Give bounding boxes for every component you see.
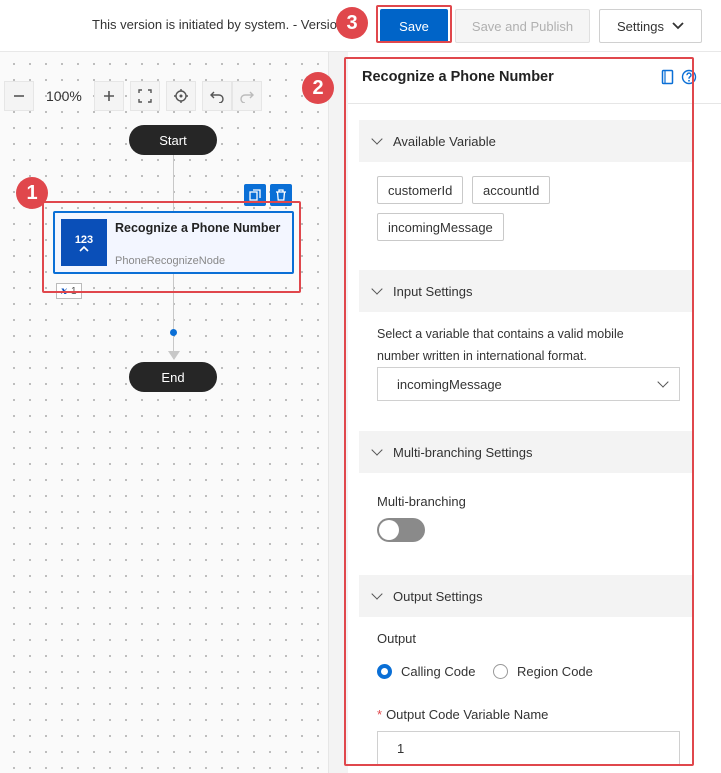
- fit-view-button[interactable]: [129, 81, 160, 111]
- canvas-toolbar: 100%: [4, 81, 262, 111]
- step-marker-1: 1: [16, 177, 48, 209]
- start-node[interactable]: Start: [129, 125, 217, 155]
- end-node[interactable]: End: [129, 362, 217, 392]
- crosshair-icon: [173, 89, 188, 103]
- zoom-level: 100%: [46, 88, 82, 104]
- panel-highlight-box: [344, 57, 694, 766]
- node-highlight-box: [42, 201, 301, 293]
- undo-button[interactable]: [201, 81, 232, 111]
- settings-label: Settings: [617, 18, 664, 34]
- settings-button[interactable]: Settings: [599, 9, 702, 43]
- locate-button[interactable]: [165, 81, 196, 111]
- step-marker-2: 2: [302, 72, 334, 104]
- redo-button[interactable]: [231, 81, 262, 111]
- save-and-publish-button[interactable]: Save and Publish: [455, 9, 590, 43]
- redo-icon: [240, 91, 254, 103]
- history-group: [201, 81, 262, 111]
- step-marker-3: 3: [336, 7, 368, 39]
- trash-icon: [276, 189, 286, 201]
- zoom-in-button[interactable]: [93, 81, 124, 111]
- version-notice: This version is initiated by system. - V…: [92, 17, 337, 32]
- zoom-out-button[interactable]: [4, 81, 34, 111]
- chevron-down-icon: [672, 22, 684, 30]
- plus-icon: [103, 91, 114, 101]
- minus-icon: [14, 95, 24, 97]
- save-highlight-box: [376, 5, 452, 43]
- connector-dot[interactable]: [170, 329, 177, 336]
- flow-editor: This version is initiated by system. - V…: [0, 0, 721, 773]
- flow-canvas[interactable]: [0, 52, 328, 773]
- undo-icon: [209, 91, 224, 103]
- fullscreen-icon: [138, 89, 152, 103]
- connector-arrow: [168, 351, 180, 360]
- copy-icon: [249, 189, 261, 201]
